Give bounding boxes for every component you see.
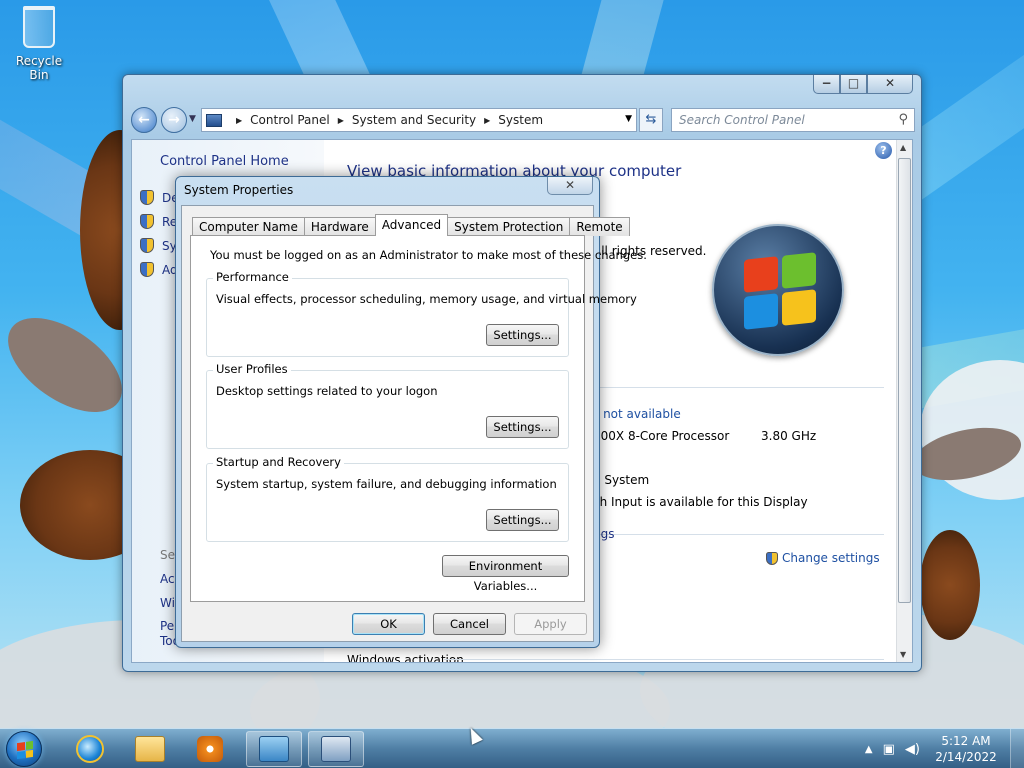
internet-explorer-icon <box>76 735 104 763</box>
start-button[interactable] <box>6 731 42 767</box>
group-description: Visual effects, processor scheduling, me… <box>216 292 637 306</box>
computer-icon <box>206 113 222 127</box>
notification-area: ▲ ▣ ◀) 5:12 AM 2/14/2022 <box>865 729 1024 768</box>
dialog-close-button[interactable]: ✕ <box>547 177 593 195</box>
address-bar[interactable]: ▶ Control Panel ▶ System and Security ▶ … <box>201 108 637 132</box>
ok-button[interactable]: OK <box>352 613 425 635</box>
shield-icon <box>140 238 154 253</box>
system-properties-icon <box>321 736 351 762</box>
taskbar-system-properties[interactable] <box>308 731 364 767</box>
system-clock[interactable]: 5:12 AM 2/14/2022 <box>930 733 1002 765</box>
startup-recovery-group: Startup and Recovery System startup, sys… <box>206 455 569 542</box>
system-properties-dialog: System Properties ✕ Computer Name Hardwa… <box>175 176 647 648</box>
environment-variables-button[interactable]: Environment Variables... <box>442 555 569 593</box>
refresh-button[interactable]: ⇆ <box>639 108 663 132</box>
windows-activation-heading: Windows activation <box>347 653 464 663</box>
maximize-button[interactable]: □ <box>840 75 867 94</box>
control-panel-home-link[interactable]: Control Panel Home <box>160 154 289 169</box>
rating-link[interactable]: s not available <box>593 407 681 421</box>
windows-flag-icon <box>17 740 33 760</box>
shield-icon <box>140 262 154 277</box>
search-icon[interactable]: ⚲ <box>898 112 908 127</box>
section-divider <box>444 659 884 660</box>
system-type-value: g System <box>593 473 650 487</box>
startup-recovery-settings-button[interactable]: Settings... <box>486 509 559 531</box>
turtle-shell <box>920 530 980 640</box>
pen-touch-value: ch Input is available for this Display <box>593 495 808 509</box>
taskbar-media-player[interactable] <box>182 731 238 767</box>
search-input[interactable]: Search Control Panel ⚲ <box>671 108 915 132</box>
recycle-bin-icon <box>23 6 55 48</box>
forward-button[interactable]: → <box>161 107 187 133</box>
address-dropdown-icon[interactable]: ▼ <box>625 114 632 124</box>
navigation-bar: ← → ▼ ▶ Control Panel ▶ System and Secur… <box>131 107 915 133</box>
minimize-button[interactable]: − <box>813 75 840 94</box>
scroll-down-icon[interactable]: ▼ <box>900 650 906 659</box>
back-button[interactable]: ← <box>131 107 157 133</box>
breadcrumb-separator-icon[interactable]: ▶ <box>236 116 242 125</box>
breadcrumb-system[interactable]: System <box>498 113 543 127</box>
control-panel-icon <box>259 736 289 762</box>
vertical-scrollbar[interactable]: ▲ ▼ <box>896 140 912 662</box>
group-title: Performance <box>213 270 292 284</box>
show-hidden-icons-icon[interactable]: ▲ <box>865 744 873 755</box>
window-caption-buttons: − □ ✕ <box>813 75 913 94</box>
tab-advanced[interactable]: Advanced <box>374 214 449 236</box>
cancel-button[interactable]: Cancel <box>433 613 506 635</box>
clock-time: 5:12 AM <box>941 734 991 748</box>
taskbar: ▲ ▣ ◀) 5:12 AM 2/14/2022 <box>0 728 1024 768</box>
breadcrumb-system-and-security[interactable]: System and Security <box>352 113 476 127</box>
scrollbar-thumb[interactable] <box>898 158 911 603</box>
windows-logo <box>712 224 844 356</box>
advanced-tab-page: You must be logged on as an Administrato… <box>190 235 647 602</box>
group-title: Startup and Recovery <box>213 455 344 469</box>
tab-hardware[interactable]: Hardware <box>303 217 376 236</box>
taskbar-windows-explorer[interactable] <box>122 731 178 767</box>
group-title: User Profiles <box>213 362 291 376</box>
change-settings-label: Change settings <box>782 551 880 565</box>
breadcrumb-control-panel[interactable]: Control Panel <box>250 113 330 127</box>
taskbar-internet-explorer[interactable] <box>62 731 118 767</box>
user-profiles-group: User Profiles Desktop settings related t… <box>206 362 569 449</box>
breadcrumb-separator-icon[interactable]: ▶ <box>338 116 344 125</box>
volume-icon[interactable]: ◀) <box>905 742 920 757</box>
admin-note: You must be logged on as an Administrato… <box>210 248 647 262</box>
breadcrumb: ▶ Control Panel ▶ System and Security ▶ … <box>228 113 543 127</box>
close-button[interactable]: ✕ <box>867 75 913 94</box>
group-description: Desktop settings related to your logon <box>216 384 438 398</box>
scroll-up-icon[interactable]: ▲ <box>900 143 906 152</box>
change-settings-link[interactable]: Change settings <box>766 551 880 565</box>
media-player-icon <box>197 736 223 762</box>
tab-computer-name[interactable]: Computer Name <box>192 217 305 236</box>
help-icon[interactable]: ? <box>875 142 892 159</box>
clock-date: 2/14/2022 <box>935 750 997 764</box>
folder-icon <box>135 736 165 762</box>
processor-value: 800X 8-Core Processor <box>593 429 730 443</box>
performance-group: Performance Visual effects, processor sc… <box>206 270 637 357</box>
recycle-bin-shortcut[interactable]: Recycle Bin <box>6 6 72 82</box>
taskbar-control-panel[interactable] <box>246 731 302 767</box>
shield-icon <box>140 214 154 229</box>
breadcrumb-separator-icon[interactable]: ▶ <box>484 116 490 125</box>
tab-remote[interactable]: Remote <box>569 217 630 236</box>
performance-settings-button[interactable]: Settings... <box>486 324 559 346</box>
dialog-title: System Properties <box>184 183 294 197</box>
search-placeholder: Search Control Panel <box>679 113 805 127</box>
dialog-body: Computer Name Hardware Advanced System P… <box>181 205 647 642</box>
shield-icon <box>766 551 778 565</box>
group-description: System startup, system failure, and debu… <box>216 477 557 491</box>
show-desktop-button[interactable] <box>1010 729 1024 768</box>
shield-icon <box>140 190 154 205</box>
recent-pages-dropdown-icon[interactable]: ▼ <box>189 114 196 124</box>
tab-system-protection[interactable]: System Protection <box>447 217 571 236</box>
processor-speed: 3.80 GHz <box>761 429 817 443</box>
user-profiles-settings-button[interactable]: Settings... <box>486 416 559 438</box>
apply-button[interactable]: Apply <box>514 613 587 635</box>
dialog-tabs: Computer Name Hardware Advanced System P… <box>192 214 630 236</box>
recycle-bin-label: Recycle Bin <box>15 54 63 82</box>
windows-flag-icon <box>744 252 816 330</box>
network-icon[interactable]: ▣ <box>883 742 895 757</box>
